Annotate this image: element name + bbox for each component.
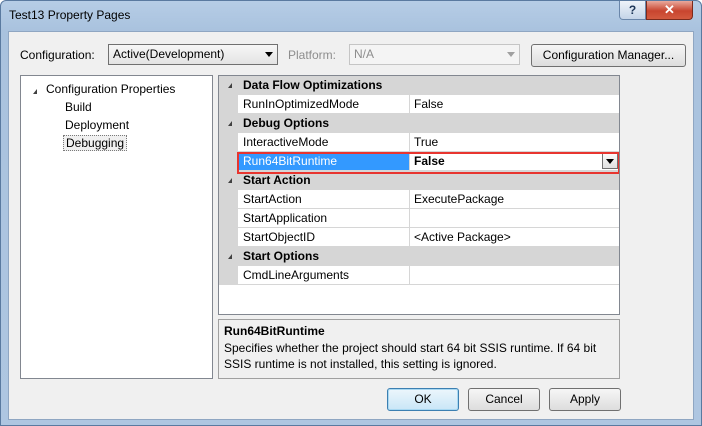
row-gutter	[219, 209, 238, 228]
row-gutter	[219, 228, 238, 247]
property-row-interactivemode[interactable]: InteractiveMode True	[219, 133, 619, 152]
property-row-startobjectid[interactable]: StartObjectID <Active Package>	[219, 228, 619, 247]
help-button[interactable]: ?	[619, 1, 646, 20]
value-dropdown-button[interactable]	[602, 153, 618, 169]
platform-label: Platform:	[288, 48, 337, 62]
dialog-client-area: Configuration: Active(Development) Platf…	[8, 31, 694, 420]
property-value[interactable]: False	[410, 152, 619, 171]
chevron-down-icon	[265, 52, 273, 57]
row-gutter	[219, 190, 238, 209]
collapse-arrow-icon[interactable]	[228, 83, 232, 88]
property-row-run64bitruntime[interactable]: Run64BitRuntime False	[219, 152, 619, 171]
property-name: Run64BitRuntime	[238, 152, 410, 171]
property-pages-window: Test13 Property Pages ? ✕ Configuration:…	[0, 0, 702, 426]
row-gutter	[219, 266, 238, 285]
description-title: Run64BitRuntime	[224, 324, 325, 338]
tree-item-build[interactable]: Build	[65, 100, 92, 114]
platform-value: N/A	[354, 47, 375, 61]
category-label: Start Action	[243, 173, 311, 187]
tree-root-configuration-properties[interactable]: Configuration Properties	[46, 82, 175, 96]
property-name: StartApplication	[238, 209, 410, 228]
property-name: RunInOptimizedMode	[238, 95, 410, 114]
title-bar[interactable]: Test13 Property Pages ? ✕	[1, 1, 701, 31]
collapse-arrow-icon[interactable]	[228, 178, 232, 183]
property-row-startapplication[interactable]: StartApplication	[219, 209, 619, 228]
property-value[interactable]: <Active Package>	[410, 228, 619, 247]
platform-dropdown[interactable]: N/A	[349, 44, 520, 65]
property-name: StartObjectID	[238, 228, 410, 247]
property-row-cmdlinearguments[interactable]: CmdLineArguments	[219, 266, 619, 285]
property-row-startaction[interactable]: StartAction ExecutePackage	[219, 190, 619, 209]
expanded-arrow-icon[interactable]	[33, 89, 37, 94]
property-value[interactable]	[410, 266, 619, 285]
tree-item-deployment[interactable]: Deployment	[65, 118, 129, 132]
configuration-dropdown[interactable]: Active(Development)	[108, 44, 278, 65]
category-label: Data Flow Optimizations	[243, 78, 383, 92]
category-label: Start Options	[243, 249, 320, 263]
cancel-button[interactable]: Cancel	[468, 388, 540, 411]
configuration-tree[interactable]: Configuration Properties Build Deploymen…	[20, 75, 213, 379]
property-name: StartAction	[238, 190, 410, 209]
category-label: Debug Options	[243, 116, 329, 130]
description-text: Specifies whether the project should sta…	[224, 341, 597, 371]
property-value[interactable]: ExecutePackage	[410, 190, 619, 209]
property-name: CmdLineArguments	[238, 266, 410, 285]
property-value[interactable]: True	[410, 133, 619, 152]
description-pane: Run64BitRuntime Specifies whether the pr…	[218, 319, 620, 379]
ok-button[interactable]: OK	[387, 388, 459, 411]
category-start-options[interactable]: Start Options	[219, 247, 619, 266]
property-row-runinoptimizedmode[interactable]: RunInOptimizedMode False	[219, 95, 619, 114]
close-button[interactable]: ✕	[646, 1, 693, 20]
configuration-label: Configuration:	[20, 48, 95, 62]
category-start-action[interactable]: Start Action	[219, 171, 619, 190]
property-value[interactable]: False	[410, 95, 619, 114]
window-title: Test13 Property Pages	[9, 8, 131, 22]
row-gutter	[219, 152, 238, 171]
property-value-text: False	[414, 154, 445, 168]
apply-button[interactable]: Apply	[549, 388, 621, 411]
collapse-arrow-icon[interactable]	[228, 121, 232, 126]
row-gutter	[219, 95, 238, 114]
category-debug-options[interactable]: Debug Options	[219, 114, 619, 133]
row-gutter	[219, 133, 238, 152]
collapse-arrow-icon[interactable]	[228, 254, 232, 259]
configuration-manager-button[interactable]: Configuration Manager...	[531, 44, 686, 67]
property-grid: Data Flow Optimizations RunInOptimizedMo…	[218, 75, 620, 315]
tree-item-debugging[interactable]: Debugging	[63, 135, 128, 151]
category-data-flow-optimizations[interactable]: Data Flow Optimizations	[219, 76, 619, 95]
property-name: InteractiveMode	[238, 133, 410, 152]
property-value[interactable]	[410, 209, 619, 228]
chevron-down-icon	[507, 52, 515, 57]
configuration-value: Active(Development)	[113, 47, 225, 61]
